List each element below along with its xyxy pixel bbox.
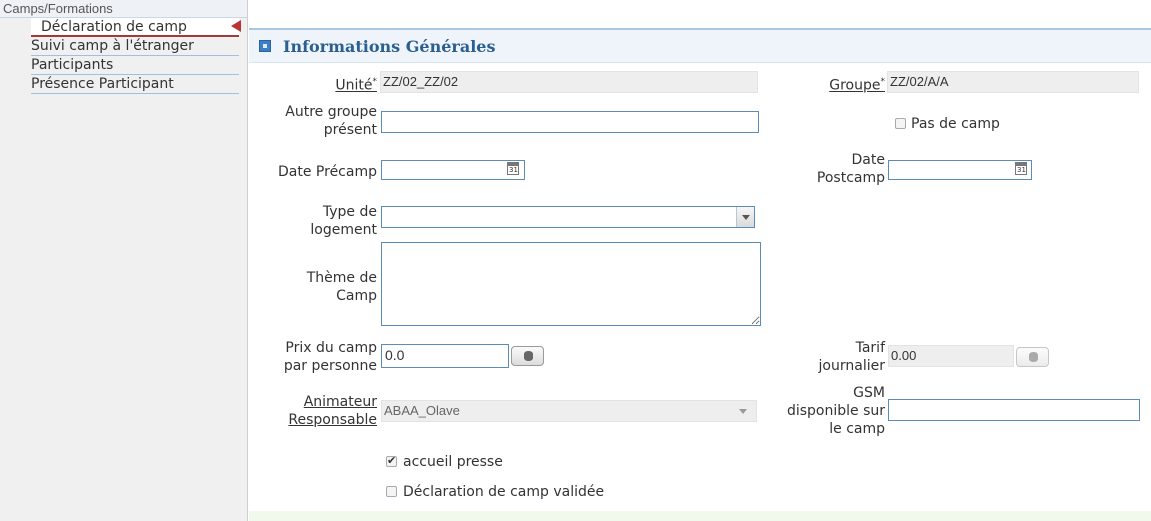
collapse-icon[interactable] — [259, 40, 271, 52]
gsm-label: GSM disponible sur le camp — [786, 385, 885, 437]
sidebar-section-title: Camps/Formations — [0, 0, 247, 18]
date-postcamp-input[interactable] — [888, 160, 1032, 180]
sidebar-item-declaration-de-camp[interactable]: Déclaration de camp — [31, 18, 241, 37]
prix-camp-input[interactable]: 0.0 — [381, 344, 509, 368]
database-icon — [1016, 347, 1049, 367]
declaration-validee-checkbox — [386, 486, 397, 497]
database-icon[interactable] — [511, 346, 544, 366]
tarif-journalier-label: Tarif journalier — [818, 340, 885, 374]
date-postcamp-label: Date Postcamp — [816, 152, 885, 186]
chevron-down-icon[interactable] — [736, 207, 754, 227]
calendar-icon[interactable] — [1015, 162, 1027, 175]
date-precamp-label: Date Précamp — [278, 164, 377, 180]
top-strip — [249, 0, 1151, 30]
panel-title: Informations Générales — [283, 36, 496, 56]
type-logement-select[interactable] — [381, 206, 755, 228]
autre-groupe-input[interactable] — [381, 111, 759, 133]
form-area: Unité* ZZ/02_ZZ/02 Groupe* ZZ/02/A/A Aut… — [249, 63, 1151, 521]
date-precamp-input[interactable] — [381, 160, 525, 180]
accueil-presse-checkbox[interactable] — [386, 454, 397, 467]
panel-header[interactable]: Informations Générales — [249, 30, 1151, 63]
sidebar-item-presence-participant[interactable]: Présence Participant — [31, 75, 239, 94]
animateur-label[interactable]: Animateur Responsable — [249, 393, 377, 429]
prix-camp-label: Prix du camp par personne — [283, 340, 377, 374]
chevron-down-icon — [739, 409, 747, 414]
sidebar-item-label: Participants — [31, 57, 114, 73]
panel-footer — [249, 511, 1151, 521]
main-content: Informations Générales Unité* ZZ/02_ZZ/0… — [249, 0, 1151, 521]
declaration-validee-label: Déclaration de camp validée — [403, 484, 605, 500]
theme-camp-textarea[interactable] — [381, 242, 761, 326]
sidebar: Camps/Formations Déclaration de camp Sui… — [0, 0, 248, 521]
sidebar-item-label: Suivi camp à l'étranger — [31, 38, 194, 54]
sidebar-menu: Déclaration de camp Suivi camp à l'étran… — [0, 18, 247, 94]
accueil-presse-label: accueil presse — [403, 454, 503, 470]
animateur-select: ABAA_Olave — [381, 400, 757, 422]
groupe-field: ZZ/02/A/A — [887, 71, 1139, 93]
autre-groupe-label: Autre groupe présent — [285, 104, 377, 138]
sidebar-item-label: Déclaration de camp — [41, 19, 187, 35]
sidebar-item-participants[interactable]: Participants — [31, 56, 239, 75]
theme-camp-label: Thème de Camp — [306, 270, 377, 304]
sidebar-item-suivi-camp-etranger[interactable]: Suivi camp à l'étranger — [31, 37, 239, 56]
unite-label[interactable]: Unité* — [269, 73, 377, 95]
arrow-left-icon — [231, 20, 241, 32]
tarif-journalier-field: 0.00 — [888, 345, 1014, 367]
calendar-icon[interactable] — [507, 162, 519, 175]
groupe-label[interactable]: Groupe* — [779, 73, 885, 95]
unite-field: ZZ/02_ZZ/02 — [380, 71, 758, 93]
gsm-input[interactable] — [888, 399, 1140, 421]
sidebar-item-label: Présence Participant — [31, 76, 174, 92]
type-logement-label: Type de logement — [310, 204, 377, 238]
pas-de-camp-label: Pas de camp — [911, 116, 1000, 132]
pas-de-camp-checkbox[interactable] — [895, 118, 906, 129]
